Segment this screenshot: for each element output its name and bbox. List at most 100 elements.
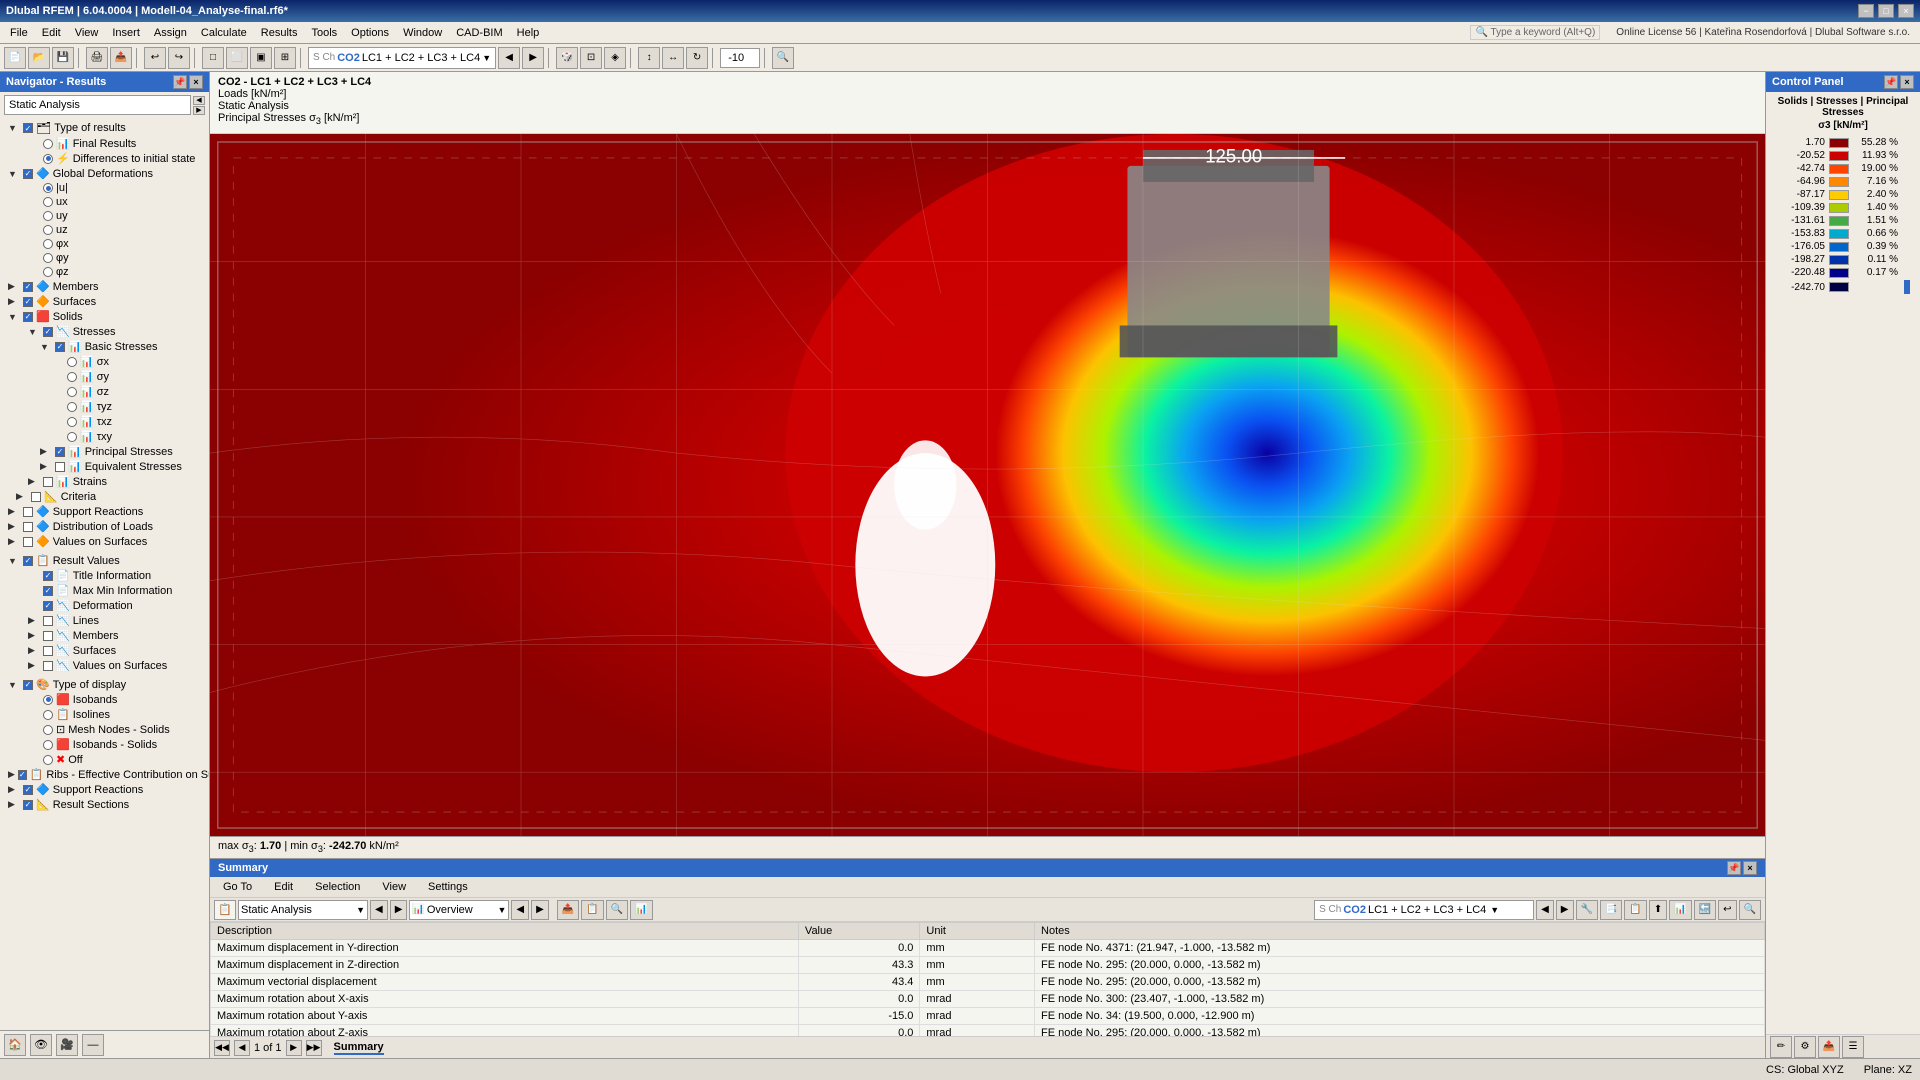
sum-icon7[interactable]: ↩ [1718, 900, 1736, 920]
tauyz-radio[interactable] [67, 402, 77, 412]
tauxz-radio[interactable] [67, 417, 77, 427]
cp-pin-btn[interactable]: 📌 [1884, 75, 1898, 89]
mesh-nodes-radio[interactable] [43, 725, 53, 735]
global-deform-checkbox[interactable]: ✓ [23, 169, 33, 179]
view-btn2[interactable]: ⬜ [226, 47, 248, 69]
tree-off[interactable]: ✖ Off [0, 752, 209, 767]
table-row[interactable]: Maximum vectorial displacement43.4mmFE n… [211, 974, 1765, 991]
nav-home-btn[interactable]: 🏠 [4, 1034, 26, 1056]
principal-checkbox[interactable]: ✓ [55, 447, 65, 457]
sum-chart-btn[interactable]: 📊 [630, 900, 652, 920]
col-value[interactable]: Value [798, 923, 919, 940]
dist-checkbox[interactable] [23, 522, 33, 532]
menu-cad-bim[interactable]: CAD-BIM [450, 25, 508, 41]
nav-combo[interactable]: Static Analysis [4, 95, 191, 115]
uz-radio[interactable] [43, 225, 53, 235]
tree-lines[interactable]: ▶ 📉 Lines [0, 613, 209, 628]
window-controls[interactable]: − □ × [1858, 4, 1914, 18]
rotate-x-btn[interactable]: ↕ [638, 47, 660, 69]
ux-radio[interactable] [43, 197, 53, 207]
col-description[interactable]: Description [211, 923, 799, 940]
tree-values-surfaces2[interactable]: ▶ 📉 Values on Surfaces [0, 658, 209, 673]
tab-settings[interactable]: Settings [419, 879, 477, 895]
tree-phi-z[interactable]: φz [0, 265, 209, 279]
tab-selection[interactable]: Selection [306, 879, 369, 895]
nav-camera-btn[interactable]: 🎥 [56, 1034, 78, 1056]
sum-prev2-btn[interactable]: ◀ [511, 900, 529, 920]
menu-insert[interactable]: Insert [106, 25, 146, 41]
tree-global-deform[interactable]: ▼ ✓ 🔷 Global Deformations [0, 166, 209, 181]
close-button[interactable]: × [1898, 4, 1914, 18]
tree-deformation[interactable]: ✓ 📉 Deformation [0, 598, 209, 613]
tab-edit[interactable]: Edit [265, 879, 302, 895]
tree-title-info[interactable]: ✓ 📄 Title Information [0, 568, 209, 583]
rotate-z-btn[interactable]: ↻ [686, 47, 708, 69]
open-btn[interactable]: 📂 [28, 47, 50, 69]
deform-checkbox[interactable]: ✓ [43, 601, 53, 611]
tree-result-sections[interactable]: ▶ ✓ 📐 Result Sections [0, 797, 209, 812]
basic-stresses-checkbox[interactable]: ✓ [55, 342, 65, 352]
new-btn[interactable]: 📄 [4, 47, 26, 69]
result-values-checkbox[interactable]: ✓ [23, 556, 33, 566]
export-btn[interactable]: 📤 [110, 47, 132, 69]
nav-eye-btn[interactable]: 👁 [30, 1034, 52, 1056]
sigmaz-radio[interactable] [67, 387, 77, 397]
search-box[interactable]: 🔍 Type a keyword (Alt+Q) [1470, 25, 1600, 40]
analysis-combo[interactable]: Static Analysis ▼ [238, 900, 368, 920]
values-checkbox[interactable] [23, 537, 33, 547]
values2-checkbox[interactable] [43, 661, 53, 671]
tree-equiv-stresses[interactable]: ▶ 📊 Equivalent Stresses [0, 459, 209, 474]
tree-solids[interactable]: ▼ ✓ 🟥 Solids [0, 309, 209, 324]
sum-first-btn[interactable]: ◀◀ [214, 1040, 230, 1056]
tree-sigma-y[interactable]: 📊 σy [0, 369, 209, 384]
next-lc-btn[interactable]: ▶ [522, 47, 544, 69]
tab-goto[interactable]: Go To [214, 879, 261, 895]
tree-sigma-z[interactable]: 📊 σz [0, 384, 209, 399]
tree-basic-stresses[interactable]: ▼ ✓ 📊 Basic Stresses [0, 339, 209, 354]
col-notes[interactable]: Notes [1035, 923, 1765, 940]
sum-lc-prev[interactable]: ◀ [1536, 900, 1554, 920]
menu-window[interactable]: Window [397, 25, 448, 41]
nav-close-btn[interactable]: × [189, 75, 203, 89]
table-row[interactable]: Maximum rotation about Y-axis-15.0mradFE… [211, 1008, 1765, 1025]
iso-btn[interactable]: ◈ [604, 47, 626, 69]
save-btn[interactable]: 💾 [52, 47, 74, 69]
sum-prev-btn[interactable]: ◀ [370, 900, 388, 920]
sum-icon1[interactable]: 🔧 [1576, 900, 1598, 920]
support-checkbox[interactable] [23, 507, 33, 517]
mesh-btn[interactable]: ⊡ [580, 47, 602, 69]
tree-type-of-results[interactable]: ▼ ✓ 🗂 Type of results [0, 120, 209, 136]
members2-checkbox[interactable] [43, 631, 53, 641]
menu-assign[interactable]: Assign [148, 25, 193, 41]
phix-radio[interactable] [43, 239, 53, 249]
tree-surfaces[interactable]: ▶ ✓ 🔶 Surfaces [0, 294, 209, 309]
sum-icon3[interactable]: 📋 [1624, 900, 1646, 920]
phiz-radio[interactable] [43, 267, 53, 277]
tree-mesh-nodes-solids[interactable]: ⊡ Mesh Nodes - Solids [0, 722, 209, 737]
result-sect-checkbox[interactable]: ✓ [23, 800, 33, 810]
tree-isobands-solids[interactable]: 🟥 Isobands - Solids [0, 737, 209, 752]
isobands-solids-radio[interactable] [43, 740, 53, 750]
tree-values-on-surfaces[interactable]: ▶ 🔶 Values on Surfaces [0, 534, 209, 549]
menu-edit[interactable]: Edit [36, 25, 67, 41]
maxmin-checkbox[interactable]: ✓ [43, 586, 53, 596]
redo-btn[interactable]: ↪ [168, 47, 190, 69]
equiv-checkbox[interactable] [55, 462, 65, 472]
menu-view[interactable]: View [69, 25, 105, 41]
sum-tab-summary[interactable]: Summary [334, 1041, 384, 1055]
title-checkbox[interactable]: ✓ [43, 571, 53, 581]
overview-combo[interactable]: 📊 Overview ▼ [409, 900, 509, 920]
type-display-checkbox[interactable]: ✓ [23, 680, 33, 690]
rotate-y-btn[interactable]: ↔ [662, 47, 684, 69]
maximize-button[interactable]: □ [1878, 4, 1894, 18]
sum-icon5[interactable]: 📊 [1669, 900, 1691, 920]
nav-prev-btn[interactable]: ◀ [193, 96, 205, 105]
tree-ux[interactable]: ux [0, 195, 209, 209]
off-radio[interactable] [43, 755, 53, 765]
members-checkbox[interactable]: ✓ [23, 282, 33, 292]
tree-final-results[interactable]: 📊 Final Results [0, 136, 209, 151]
tree-max-min-info[interactable]: ✓ 📄 Max Min Information [0, 583, 209, 598]
tree-support-reactions2[interactable]: ▶ ✓ 🔷 Support Reactions [0, 782, 209, 797]
phiy-radio[interactable] [43, 253, 53, 263]
col-unit[interactable]: Unit [920, 923, 1035, 940]
